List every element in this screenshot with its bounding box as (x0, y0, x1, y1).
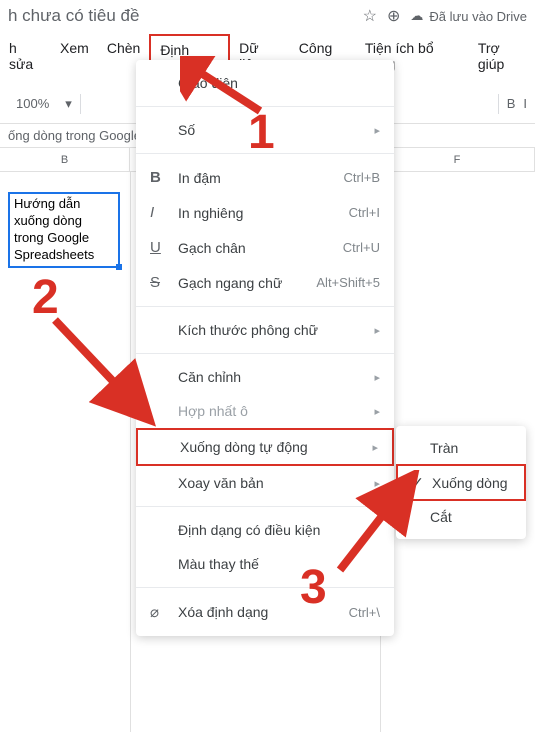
menu-view[interactable]: Xem (51, 34, 98, 82)
menu-theme[interactable]: Giao diện (136, 66, 394, 100)
move-icon[interactable]: ⊕ (387, 6, 400, 26)
star-icon[interactable]: ☆ (363, 6, 377, 26)
menu-rotate[interactable]: Xoay văn bản▸ (136, 466, 394, 500)
menu-help[interactable]: Trợ giúp (469, 34, 535, 82)
divider (136, 587, 394, 588)
menu-wrap[interactable]: Xuống dòng tự động▸ (136, 428, 394, 466)
doc-title[interactable]: h chưa có tiêu đề (8, 6, 353, 26)
chevron-right-icon: ▸ (374, 124, 380, 137)
menu-altcolor[interactable]: Màu thay thế (136, 547, 394, 581)
menu-strike[interactable]: SGạch ngang chữAlt+Shift+5 (136, 265, 394, 300)
check-icon: ✓ (412, 474, 432, 491)
menu-bold[interactable]: BIn đậmCtrl+B (136, 160, 394, 195)
menu-merge: Hợp nhất ô▸ (136, 394, 394, 428)
col-header-b[interactable]: B (0, 148, 130, 171)
menu-align[interactable]: Căn chỉnh▸ (136, 360, 394, 394)
chevron-right-icon: ▸ (374, 371, 380, 384)
divider (136, 506, 394, 507)
menu-edit[interactable]: h sửa (0, 34, 51, 82)
divider (136, 306, 394, 307)
col-header-f[interactable]: F (380, 148, 535, 171)
menu-italic[interactable]: IIn nghiêngCtrl+I (136, 195, 394, 230)
menu-conditional[interactable]: Định dạng có điều kiện (136, 513, 394, 547)
cloud-icon: ☁ (410, 8, 423, 24)
chevron-right-icon: ▸ (372, 441, 378, 454)
wrap-submenu: Tràn ✓Xuống dòng Cắt (396, 426, 526, 539)
divider (136, 106, 394, 107)
chevron-down-icon[interactable]: ▾ (65, 96, 72, 112)
chevron-right-icon: ▸ (374, 477, 380, 490)
submenu-clip[interactable]: Cắt (396, 501, 526, 533)
menu-fontsize[interactable]: Kích thước phông chữ▸ (136, 313, 394, 347)
menu-number[interactable]: Số▸ (136, 113, 394, 147)
divider (136, 153, 394, 154)
chevron-right-icon: ▸ (374, 324, 380, 337)
titlebar: h chưa có tiêu đề ☆ ⊕ ☁ Đã lưu vào Drive (0, 0, 535, 32)
save-status: ☁ Đã lưu vào Drive (410, 8, 527, 24)
menu-underline[interactable]: UGạch chânCtrl+U (136, 230, 394, 265)
divider (136, 353, 394, 354)
chevron-right-icon: ▸ (374, 405, 380, 418)
italic-button[interactable]: I (523, 96, 527, 111)
menu-clear[interactable]: ⌀Xóa định dạngCtrl+\ (136, 594, 394, 630)
clear-format-icon: ⌀ (150, 603, 178, 621)
zoom-level[interactable]: 100% (16, 96, 49, 111)
format-dropdown: Giao diện Số▸ BIn đậmCtrl+B IIn nghiêngC… (136, 60, 394, 636)
submenu-overflow[interactable]: Tràn (396, 432, 526, 464)
bold-button[interactable]: B (507, 96, 516, 111)
separator (498, 94, 499, 114)
submenu-wrap[interactable]: ✓Xuống dòng (396, 464, 526, 501)
separator (80, 94, 81, 114)
active-cell[interactable]: Hướng dẫn xuống dòng trong Google Spread… (8, 192, 120, 268)
